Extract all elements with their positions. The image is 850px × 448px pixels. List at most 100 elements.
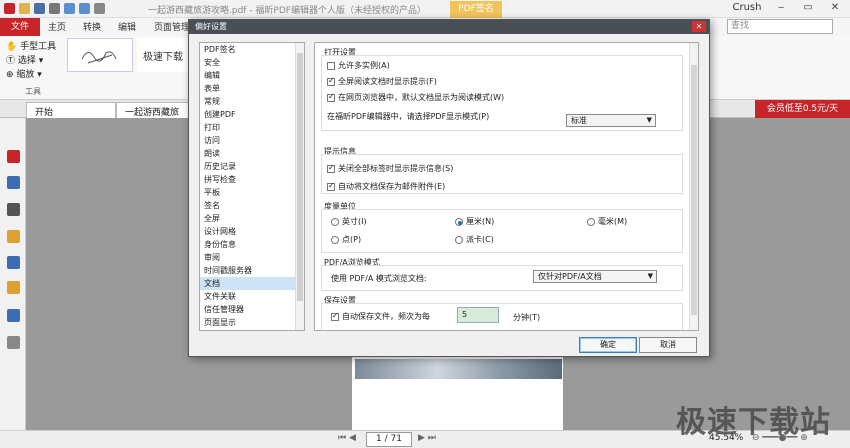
unit-point-label: 点(P) — [342, 235, 362, 244]
select-tool-button[interactable]: Ⓣ 选择 ▾ — [6, 53, 43, 66]
close-tab-tip-option[interactable]: 关闭全部标签时显示提示信息(S) — [327, 163, 453, 174]
pages-icon[interactable] — [7, 176, 20, 189]
auto-save-checkbox[interactable] — [331, 311, 339, 321]
fullscreen-prompt-option[interactable]: 全屏阅读文档时显示提示(F) — [327, 76, 437, 87]
print-icon[interactable] — [49, 3, 60, 14]
category-item[interactable]: 签名 — [200, 199, 304, 212]
allow-multi-instance-checkbox[interactable] — [327, 61, 335, 70]
tab-home[interactable]: 主页 — [48, 20, 66, 33]
hand-tool-button[interactable]: ✋ 手型工具 — [6, 39, 56, 52]
unit-inch-radio[interactable] — [331, 217, 339, 226]
category-item-selected[interactable]: 文档 — [200, 277, 304, 290]
category-item[interactable]: 访问 — [200, 134, 304, 147]
browser-read-mode-label: 在网页浏览器中，默认文档显示为阅读模式(W) — [338, 93, 505, 102]
unit-pica-radio[interactable] — [455, 235, 463, 244]
auto-save-interval-input[interactable]: 5 — [457, 307, 499, 323]
tab-page-management[interactable]: 页面管理 — [154, 20, 190, 33]
fullscreen-prompt-checkbox[interactable] — [327, 76, 335, 86]
pdf-page — [351, 356, 564, 431]
auto-attachment-label: 自动将文档保存为邮件附件(E) — [338, 182, 446, 191]
unit-mm-radio[interactable] — [587, 217, 595, 226]
search-input[interactable]: 查找 — [727, 19, 833, 34]
category-item[interactable]: PDF签名 — [200, 43, 304, 56]
auto-attachment-option[interactable]: 自动将文档保存为邮件附件(E) — [327, 181, 445, 192]
page-forward-icons[interactable]: ▶ ⏭ — [418, 433, 436, 443]
redo-icon[interactable] — [79, 3, 90, 14]
category-item[interactable]: 安全 — [200, 56, 304, 69]
category-item[interactable]: 平板 — [200, 186, 304, 199]
zoom-tool-button[interactable]: ⊕ 缩放 ▾ — [6, 67, 42, 80]
category-item[interactable]: 表单 — [200, 82, 304, 95]
auto-save-option[interactable]: 自动保存文件，频次为每 — [331, 311, 430, 322]
category-item[interactable]: 常规 — [200, 95, 304, 108]
attachment-icon[interactable] — [7, 256, 20, 269]
unit-pica-option[interactable]: 派卡(C) — [455, 234, 494, 245]
user-name[interactable]: Crush — [727, 2, 767, 16]
category-item[interactable]: 朗读 — [200, 147, 304, 160]
signature-preview-handwritten[interactable] — [67, 38, 133, 72]
pdfa-mode-value: 仅针对PDF/A文档 — [538, 272, 602, 281]
security-lock-icon[interactable] — [7, 281, 20, 294]
unit-point-option[interactable]: 点(P) — [331, 234, 361, 245]
auto-attachment-checkbox[interactable] — [327, 181, 335, 191]
category-item[interactable]: 打印 — [200, 121, 304, 134]
layers-icon[interactable] — [7, 203, 20, 216]
tab-start[interactable]: 开始 — [26, 102, 116, 118]
minimize-button[interactable]: ‒ — [770, 1, 792, 16]
tab-edit[interactable]: 编辑 — [118, 20, 136, 33]
category-item[interactable]: 编辑 — [200, 69, 304, 82]
undo-icon[interactable] — [64, 3, 75, 14]
category-item[interactable]: 页面显示 — [200, 316, 304, 329]
category-scroll-thumb[interactable] — [297, 53, 303, 301]
category-item[interactable]: 时间戳服务器 — [200, 264, 304, 277]
comments-icon[interactable] — [7, 230, 20, 243]
close-tab-tip-checkbox[interactable] — [327, 163, 335, 173]
page-navigation-icons[interactable]: ⏮ ◀ — [338, 433, 356, 443]
maximize-button[interactable]: ▭ — [797, 1, 819, 16]
auto-save-label: 自动保存文件，频次为每 — [342, 312, 430, 321]
signature-preview-text[interactable]: 极速下载 — [137, 38, 189, 72]
search-doc-icon[interactable] — [7, 336, 20, 349]
category-scrollbar[interactable] — [295, 43, 304, 330]
hand-tool-label: 手型工具 — [20, 42, 57, 52]
display-mode-select[interactable]: 标准 ▼ — [566, 114, 656, 127]
category-item[interactable]: 文件关联 — [200, 290, 304, 303]
category-item[interactable]: 创建PDF — [200, 108, 304, 121]
bookmark-icon[interactable] — [7, 150, 20, 163]
display-mode-value: 标准 — [571, 116, 587, 125]
tab-document[interactable]: 一起游西藏旅游 — [116, 102, 190, 131]
hand-tool-icon[interactable] — [94, 3, 105, 14]
unit-point-radio[interactable] — [331, 235, 339, 244]
unit-inch-option[interactable]: 英寸(I) — [331, 216, 367, 227]
tab-file[interactable]: 文件 — [0, 18, 40, 36]
category-item[interactable]: 拼写检查 — [200, 173, 304, 186]
category-item[interactable]: 信任管理器 — [200, 303, 304, 316]
pdfa-mode-select[interactable]: 仅针对PDF/A文档 ▼ — [533, 270, 657, 283]
tab-convert[interactable]: 转换 — [83, 20, 101, 33]
category-item[interactable]: 全屏 — [200, 212, 304, 225]
ok-button[interactable]: 确定 — [579, 337, 637, 353]
form-icon[interactable] — [7, 309, 20, 322]
category-item[interactable]: 审阅 — [200, 251, 304, 264]
dialog-close-button[interactable]: ✕ — [692, 21, 706, 32]
category-item[interactable]: 历史记录 — [200, 160, 304, 173]
tools-group-label: 工具 — [25, 87, 41, 96]
unit-cm-option[interactable]: 厘米(N) — [455, 216, 494, 227]
context-tab-pdf-sign[interactable]: PDF签名 — [450, 1, 502, 18]
category-item[interactable]: 身份信息 — [200, 238, 304, 251]
settings-scroll-thumb[interactable] — [691, 65, 697, 315]
unit-cm-radio[interactable] — [455, 217, 463, 226]
settings-scrollbar[interactable] — [689, 43, 698, 330]
vip-banner[interactable]: 会员低至0.5元/天 — [755, 100, 850, 118]
unit-mm-option[interactable]: 毫米(M) — [587, 216, 627, 227]
category-list[interactable]: PDF签名 安全 编辑 表单 常规 创建PDF 打印 访问 朗读 历史记录 拼写… — [199, 42, 305, 331]
browser-read-mode-option[interactable]: 在网页浏览器中，默认文档显示为阅读模式(W) — [327, 92, 504, 103]
cancel-button[interactable]: 取消 — [639, 337, 697, 353]
save-icon[interactable] — [34, 3, 45, 14]
close-button[interactable]: ✕ — [824, 1, 846, 16]
open-icon[interactable] — [19, 3, 30, 14]
browser-read-mode-checkbox[interactable] — [327, 92, 335, 102]
allow-multi-instance-option[interactable]: 允许多实例(A) — [327, 60, 390, 71]
page-number-input[interactable]: 1 / 71 — [366, 432, 412, 447]
category-item[interactable]: 设计网格 — [200, 225, 304, 238]
